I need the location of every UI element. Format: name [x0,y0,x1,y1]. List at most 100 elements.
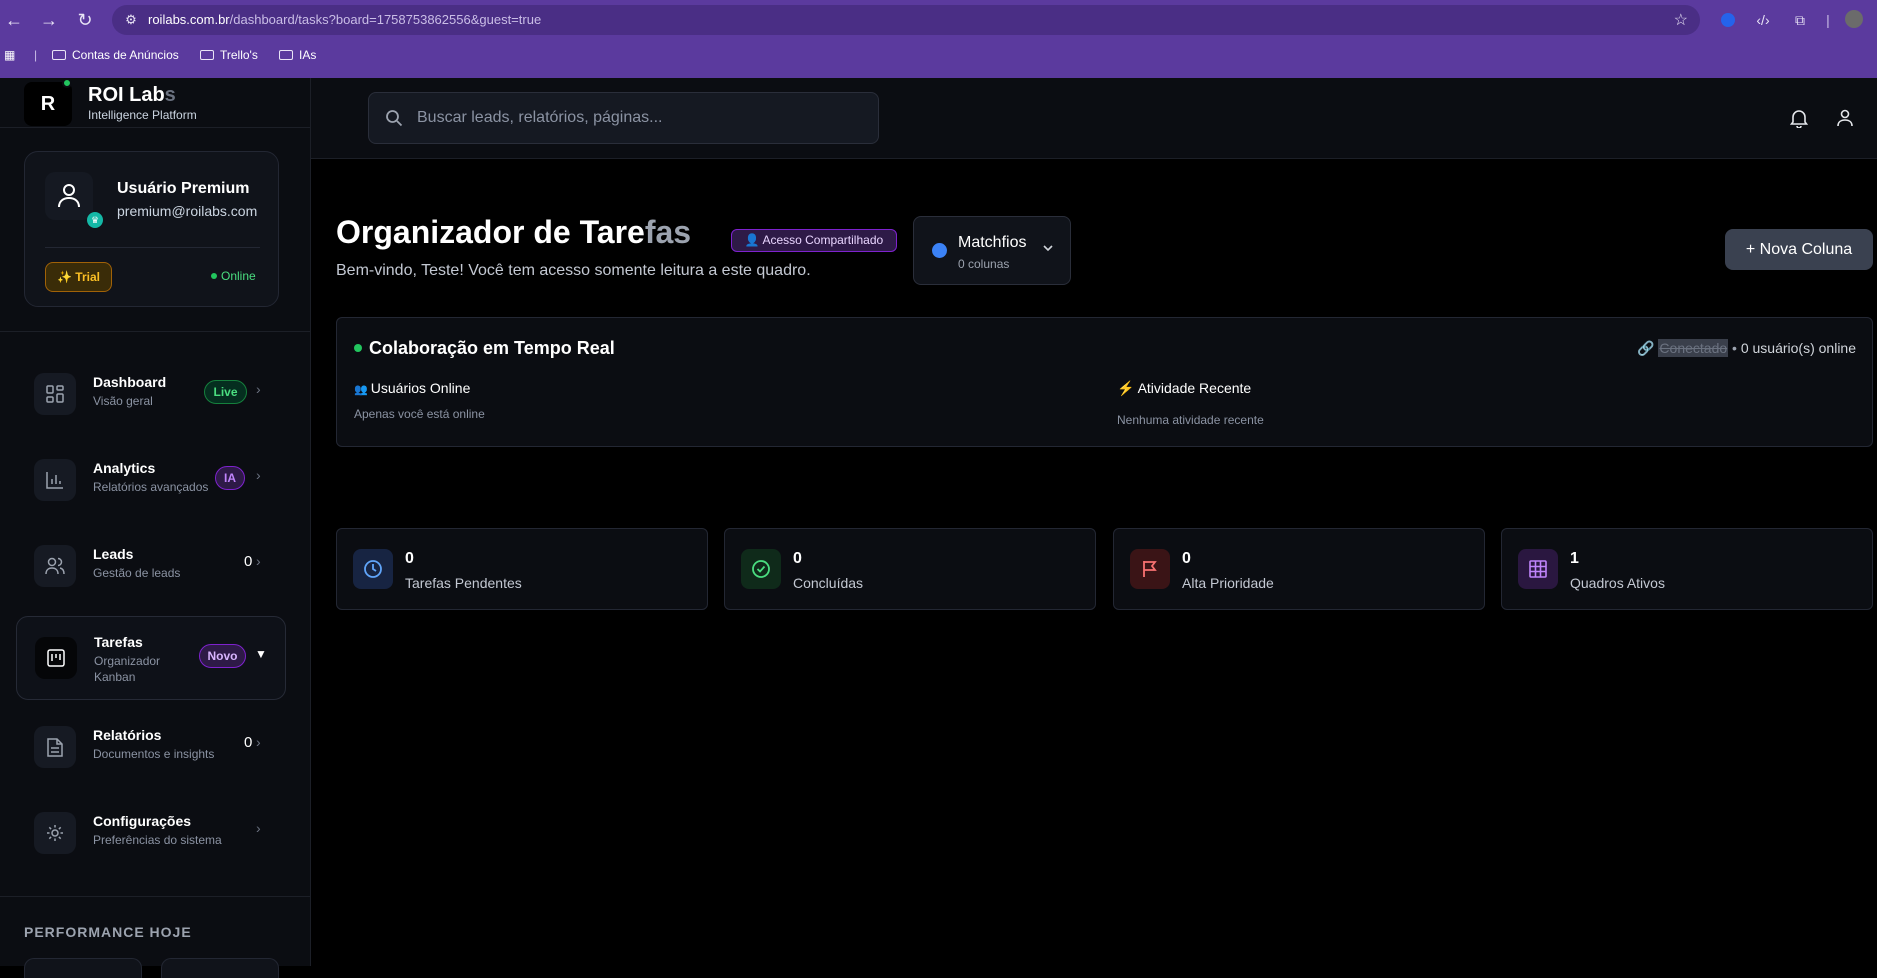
stat-card-active-boards: 1 Quadros Ativos [1501,528,1873,610]
chevron-down-icon[interactable]: ▼ [255,647,267,661]
collaboration-panel: Colaboração em Tempo Real 🔗 Conectado • … [336,317,1873,447]
nav-title: Analytics [93,460,156,476]
ia-badge: IA [215,466,245,490]
stat-card-high-priority: 0 Alta Prioridade [1113,528,1485,610]
stat-label: Quadros Ativos [1570,575,1665,591]
chevron-right-icon: › [256,381,261,397]
forward-arrow-icon[interactable]: → [37,8,61,32]
sidebar-item-relatorios[interactable]: Relatórios Documentos e insights 0 › [16,706,286,790]
board-selector[interactable]: Matchfios 0 colunas [913,216,1071,285]
bookmark-folder-trellos[interactable]: Trello's [200,48,258,62]
chevron-right-icon: › [256,553,261,569]
user-name: Usuário Premium [117,180,250,197]
sidebar-item-leads[interactable]: Leads Gestão de leads 0 › [16,525,286,609]
check-circle-icon [741,549,781,589]
toolbar-divider: | [1826,12,1830,28]
nav-subtitle: Relatórios avançados [93,480,209,494]
user-email: premium@roilabs.com [117,203,258,219]
online-users-heading: 👥 Usuários Online [354,380,471,396]
back-arrow-icon[interactable]: ← [2,8,26,32]
brand-name: ROI Labs [88,84,176,106]
live-dot [354,344,362,352]
nav-subtitle: Documentos e insights [93,747,215,761]
grid-icon [1518,549,1558,589]
sidebar-item-configuracoes[interactable]: Configurações Preferências do sistema › [16,792,286,876]
nav-subtitle: Preferências do sistema [93,833,222,847]
url-text[interactable]: roilabs.com.br/dashboard/tasks?board=175… [148,12,541,27]
stat-value: 0 [793,550,802,567]
nav-subtitle: Visão geral [93,394,153,408]
user-card: ♛ Usuário Premium premium@roilabs.com ✨ … [24,151,279,307]
sidebar-item-analytics[interactable]: Analytics Relatórios avançados IA › [16,439,286,523]
stat-value: 1 [1570,550,1579,567]
browser-chrome: ← → ↻ ⚙ roilabs.com.br/dashboard/tasks?b… [0,0,1877,78]
extension-code-icon[interactable]: ‹/› [1753,10,1773,30]
bookmark-folder-ias[interactable]: IAs [279,48,316,62]
leads-count: 0 [244,553,253,570]
document-icon [34,726,76,768]
extension-blue-dot-icon[interactable] [1718,10,1738,30]
collab-title: Colaboração em Tempo Real [369,338,615,358]
online-users-text: Apenas você está online [354,407,485,421]
search-box[interactable] [368,92,879,144]
novo-badge: Novo [199,644,246,668]
plus-icon: + [1745,241,1760,258]
bar-chart-icon [34,459,76,501]
board-columns-count: 0 colunas [958,257,1010,271]
brand[interactable]: R ROI Labs Intelligence Platform [24,78,311,128]
logo-status-dot [62,78,72,88]
folder-icon [279,50,293,60]
site-settings-icon[interactable]: ⚙ [122,11,140,29]
user-icon[interactable] [1835,108,1855,128]
bookmark-star-icon[interactable]: ☆ [1674,10,1688,30]
nav-subtitle: Organizador Kanban [94,654,161,684]
bell-icon[interactable] [1789,108,1809,128]
clock-icon [353,549,393,589]
performance-card [161,958,279,978]
board-name: Matchfios [958,234,1027,251]
stat-label: Alta Prioridade [1182,575,1274,591]
extensions-puzzle-icon[interactable]: ⧉ [1790,10,1810,30]
nav-title: Leads [93,546,134,562]
brand-subtitle: Intelligence Platform [88,108,197,122]
divider [0,127,311,128]
bookmarks-bar: ▦ | Contas de Anúncios Trello's IAs [0,45,1877,69]
new-column-button[interactable]: + Nova Coluna [1725,229,1873,270]
reload-icon[interactable]: ↻ [73,8,97,32]
nav-title: Tarefas [94,634,143,650]
divider [0,896,311,897]
reports-count: 0 [244,734,253,751]
nav-title: Configurações [93,813,192,829]
dashboard-grid-icon [34,373,76,415]
stat-card-pending: 0 Tarefas Pendentes [336,528,708,610]
kanban-icon [35,637,77,679]
online-status: Online [211,269,256,283]
sidebar-item-tarefas[interactable]: Tarefas Organizador Kanban Novo ▼ [16,616,286,700]
user-icon [58,184,80,208]
sidebar-item-dashboard[interactable]: Dashboard Visão geral Live › [16,353,286,437]
crown-icon: ♛ [87,212,103,228]
users-icon: 👥 [354,384,371,396]
online-dot [211,273,217,279]
bookmark-folder-contas[interactable]: Contas de Anúncios [52,48,179,62]
lightning-icon: ⚡ [1117,380,1138,396]
users-icon [34,545,76,587]
bookmarks-divider: | [34,48,38,62]
gear-icon [34,812,76,854]
profile-avatar-icon[interactable] [1844,10,1864,30]
folder-icon [52,50,66,60]
logo: R [24,82,72,126]
recent-activity-text: Nenhuma atividade recente [1117,413,1264,427]
address-bar[interactable]: ⚙ roilabs.com.br/dashboard/tasks?board=1… [112,5,1700,35]
search-input[interactable] [417,93,867,143]
search-icon [386,110,403,127]
welcome-text: Bem-vindo, Teste! Você tem acesso soment… [336,262,811,279]
flag-icon [1130,549,1170,589]
stat-label: Tarefas Pendentes [405,575,522,591]
live-badge: Live [204,380,247,404]
apps-grid-icon[interactable]: ▦ [4,48,15,62]
avatar[interactable] [45,172,93,220]
shared-access-badge: 👤 Acesso Compartilhado [731,229,897,252]
page-title: Organizador de Tarefas [336,214,692,250]
browser-toolbar: ← → ↻ ⚙ roilabs.com.br/dashboard/tasks?b… [0,0,1877,40]
